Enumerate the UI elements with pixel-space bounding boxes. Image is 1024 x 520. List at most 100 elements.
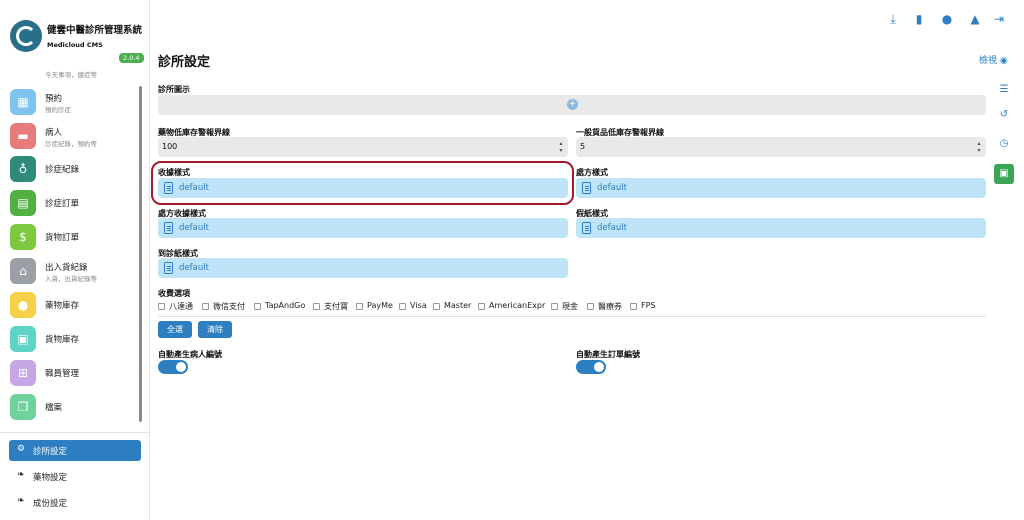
- page-title: 診所設定: [158, 55, 211, 70]
- sidebar-item-sub: 今天事項，健症等: [45, 71, 97, 79]
- sidebar-item-label: 病人: [45, 128, 63, 138]
- document-icon: [582, 182, 591, 194]
- bell-icon[interactable]: ▲: [968, 12, 982, 26]
- sidebar-item-label: 檔案: [45, 403, 63, 413]
- sidebar-item-label: 診症訂單: [45, 199, 80, 209]
- drug-low-stock-input[interactable]: 100 ▴ ▾: [158, 137, 568, 157]
- logout-icon[interactable]: ⇥: [992, 12, 1006, 26]
- sidebar-item-goods-orders[interactable]: $ 貨物訂單: [10, 222, 138, 252]
- checkbox[interactable]: [313, 303, 320, 310]
- version-badge: 2.0.4: [119, 53, 144, 63]
- goods-low-stock-value: 5: [580, 142, 586, 151]
- auto-order-no-label: 自動產生訂單編號: [576, 350, 640, 359]
- stepper-icon[interactable]: ▴ ▾: [558, 140, 564, 154]
- clear-button[interactable]: 清除: [198, 321, 232, 338]
- document-icon: [164, 262, 173, 274]
- sidebar-item-sub: 預約診症: [45, 106, 71, 114]
- sidebar-item-goods-inventory[interactable]: ▣ 貨物庫存: [10, 324, 138, 354]
- sidebar-item-label: 貨物庫存: [45, 335, 80, 345]
- document-icon: [582, 222, 591, 234]
- app-subtitle: Medicloud CMS: [47, 41, 103, 49]
- leave-style-select[interactable]: default: [576, 218, 986, 238]
- calendar-icon: ▦: [10, 89, 36, 115]
- stethoscope-icon: ♁: [10, 156, 36, 182]
- sidebar-item-drug-inventory[interactable]: ● 藥物庫存: [10, 290, 138, 320]
- checkbox[interactable]: [356, 303, 363, 310]
- preview-label: 檢視: [979, 56, 998, 66]
- download-icon[interactable]: ⤓: [886, 12, 900, 26]
- payment-option-label: 醫療券: [598, 302, 622, 311]
- payment-option-label: 現金: [562, 302, 578, 311]
- auto-patient-no-label: 自動產生病人編號: [158, 350, 222, 359]
- sidebar-item-label: 診症紀錄: [45, 165, 80, 175]
- prescription-receipt-style-select[interactable]: default: [158, 218, 568, 238]
- sidebar-item-label: 預約: [45, 94, 63, 104]
- prescription-style-select[interactable]: default: [576, 178, 986, 198]
- stepper-icon[interactable]: ▴ ▾: [976, 140, 982, 154]
- checkbox[interactable]: [630, 303, 637, 310]
- sidebar-item-label: 藥物庫存: [45, 301, 80, 311]
- clinic-logo-label: 診所圖示: [158, 85, 190, 94]
- checkbox[interactable]: [399, 303, 406, 310]
- sidebar-item-appointment[interactable]: ▦ 預約 預約診症: [10, 87, 138, 117]
- sidebar-item-label: 成份設定: [33, 499, 68, 509]
- add-logo-icon[interactable]: +: [567, 99, 578, 110]
- sidebar-item-label: 出入貨紀錄: [45, 263, 88, 273]
- sidebar-scrollbar[interactable]: [139, 86, 142, 422]
- clock-icon[interactable]: ◷: [994, 134, 1014, 154]
- preview-link[interactable]: 檢視 ◉: [979, 53, 1008, 66]
- visit-style-value: default: [179, 263, 209, 273]
- payment-option-label: Visa: [410, 301, 427, 310]
- prescription-receipt-style-value: default: [179, 223, 209, 233]
- visit-style-select[interactable]: default: [158, 258, 568, 278]
- history-icon[interactable]: ↺: [994, 105, 1014, 125]
- prescription-style-value: default: [597, 183, 627, 193]
- checkbox[interactable]: [202, 303, 209, 310]
- sidebar-item-label: 診所設定: [33, 447, 68, 457]
- leave-style-value: default: [597, 223, 627, 233]
- user-icon[interactable]: ●: [940, 12, 954, 26]
- checkbox[interactable]: [433, 303, 440, 310]
- warehouse-icon: ⌂: [10, 258, 36, 284]
- clipboard-icon[interactable]: ▮: [912, 12, 926, 26]
- sidebar-item-ingredient-settings[interactable]: ❧ 成份設定: [9, 492, 141, 513]
- highlight-box: [151, 161, 574, 205]
- sidebar-item-stock-records[interactable]: ⌂ 出入貨紀錄 入貨，出貨紀錄等: [10, 256, 138, 286]
- leaf-icon: ❧: [17, 496, 25, 506]
- document-icon: ▤: [10, 190, 36, 216]
- select-all-button[interactable]: 全選: [158, 321, 192, 338]
- checkbox[interactable]: [587, 303, 594, 310]
- list-icon[interactable]: ☰: [994, 80, 1014, 100]
- checkbox[interactable]: [478, 303, 485, 310]
- sidebar-item-clinic-settings[interactable]: ⚙ 診所設定: [9, 440, 141, 461]
- app-title: 健雲中醫診所管理系統: [47, 25, 143, 36]
- payment-option-label: PayMe: [367, 301, 393, 310]
- goods-low-stock-input[interactable]: 5 ▴ ▾: [576, 137, 986, 157]
- document-icon: [164, 222, 173, 234]
- drug-low-stock-value: 100: [162, 142, 178, 151]
- save-icon[interactable]: ▣: [994, 164, 1014, 184]
- invoice-icon: $: [10, 224, 36, 250]
- prescription-style-label: 處方樣式: [576, 168, 608, 177]
- sidebar-item-patient[interactable]: ▬ 病人 診症紀錄，預約等: [10, 121, 138, 151]
- auto-patient-no-toggle[interactable]: [158, 360, 188, 374]
- checkbox[interactable]: [551, 303, 558, 310]
- sidebar-item-files[interactable]: ❐ 檔案: [10, 392, 138, 422]
- payment-option-label: FPS: [641, 301, 656, 310]
- app-logo: [10, 20, 42, 52]
- sidebar-item-consultation-orders[interactable]: ▤ 診症訂單: [10, 188, 138, 218]
- sidebar-divider: [0, 432, 150, 433]
- sidebar-item-consultation-records[interactable]: ♁ 診症紀錄: [10, 154, 138, 184]
- bed-icon: ▬: [10, 123, 36, 149]
- sidebar-item-partial[interactable]: 今天事項，健症等: [10, 64, 138, 82]
- payment-option-label: AmericanExpr: [489, 301, 546, 310]
- checkbox[interactable]: [254, 303, 261, 310]
- auto-order-no-toggle[interactable]: [576, 360, 606, 374]
- sidebar-item-staff[interactable]: ⊞ 職員管理: [10, 358, 138, 388]
- pills-icon: ●: [10, 292, 36, 318]
- payment-option-label: 支付寶: [324, 302, 348, 311]
- payment-options-label: 收費選項: [158, 289, 190, 298]
- sidebar-item-label: 貨物訂單: [45, 233, 80, 243]
- checkbox[interactable]: [158, 303, 165, 310]
- sidebar-item-drug-settings[interactable]: ❧ 藥物設定: [9, 466, 141, 487]
